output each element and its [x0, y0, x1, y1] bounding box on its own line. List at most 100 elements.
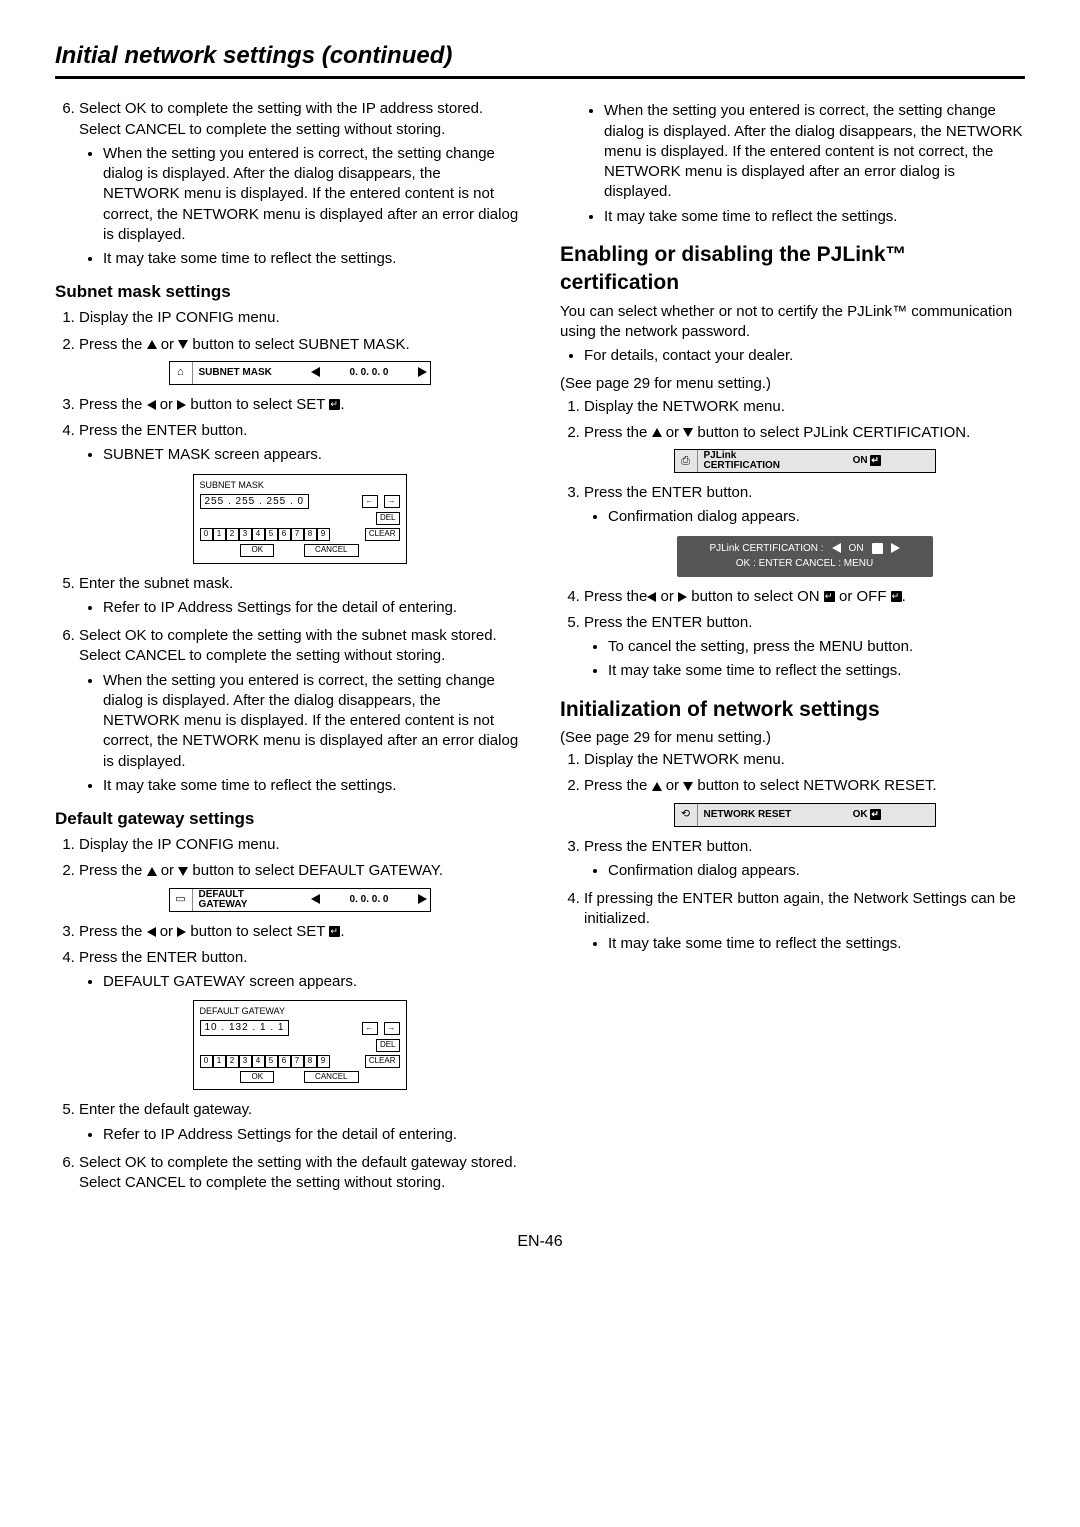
bullet: When the setting you entered is correct,…	[103, 144, 520, 245]
title-rule	[55, 76, 1025, 79]
right-arrow-icon	[891, 543, 900, 553]
del-btn: DEL	[376, 512, 400, 525]
bullet: To cancel the setting, press the MENU bu…	[608, 637, 1025, 657]
menu-icon: ⟲	[675, 804, 698, 826]
subnet-menu-bar: ⌂ SUBNET MASK 0. 0. 0. 0	[169, 361, 431, 385]
menu-value: ON	[814, 454, 921, 468]
subnet-editor: SUBNET MASK 255 . 255 . 255 . 0 ← → DEL …	[193, 474, 407, 564]
page-number: EN-46	[55, 1231, 1025, 1253]
cancel-btn: CANCEL	[304, 1071, 358, 1084]
text: If pressing the ENTER button again, the …	[584, 890, 1016, 927]
enter-icon	[824, 591, 835, 602]
text: Press the	[79, 862, 147, 879]
menu-value: OK	[814, 808, 921, 822]
del-btn: DEL	[376, 1039, 400, 1052]
text: or	[156, 396, 178, 413]
pjlink-step2: Press the or button to select PJLink CER…	[584, 423, 1025, 473]
text: Press the ENTER button.	[79, 949, 247, 966]
arrow-right-btn: →	[384, 1022, 400, 1035]
text: Enter the subnet mask.	[79, 575, 233, 592]
text: Press the ENTER button.	[79, 422, 247, 439]
menu-icon: ▭	[170, 889, 193, 911]
up-icon	[652, 428, 662, 437]
down-icon	[178, 340, 188, 349]
down-icon	[178, 867, 188, 876]
menu-value: 0. 0. 0. 0	[323, 366, 416, 380]
right-column: When the setting you entered is correct,…	[560, 97, 1025, 1201]
menu-icon: ⎙	[675, 450, 698, 472]
pjlink-step1: Display the NETWORK menu.	[584, 397, 1025, 417]
menu-label: DEFAULT GATEWAY	[193, 889, 309, 911]
init-step2: Press the or button to select NETWORK RE…	[584, 776, 1025, 826]
pjlink-step5: Press the ENTER button. To cancel the se…	[584, 613, 1025, 682]
confirm-dialog: PJLink CERTIFICATION : ON OK : ENTER CAN…	[677, 536, 933, 577]
text: button to select SET	[186, 396, 329, 413]
enter-icon	[891, 591, 902, 602]
text: Press the	[79, 336, 147, 353]
right-arrow-icon	[416, 893, 430, 907]
gateway-menu-bar: ▭ DEFAULT GATEWAY 0. 0. 0. 0	[169, 888, 431, 912]
text: Enter the default gateway.	[79, 1101, 252, 1118]
digit: 3	[239, 1055, 252, 1068]
pjlink-menu-bar: ⎙ PJLink CERTIFICATION ON	[674, 449, 936, 473]
left-arrow-icon	[309, 893, 323, 907]
text: Press the	[79, 923, 147, 940]
subnet-step5: Enter the subnet mask. Refer to IP Addre…	[79, 574, 520, 619]
gateway-step5: Enter the default gateway. Refer to IP A…	[79, 1100, 520, 1145]
text: Press the ENTER button.	[584, 484, 752, 501]
digit: 6	[278, 1055, 291, 1068]
gateway-editor: DEFAULT GATEWAY 10 . 132 . 1 . 1 ← → DEL…	[193, 1000, 407, 1090]
pjlink-heading: Enabling or disabling the PJLink™ certif…	[560, 241, 1025, 298]
right-icon	[678, 592, 687, 602]
right-icon	[177, 400, 186, 410]
text: Press the	[584, 777, 652, 794]
arrow-right-btn: →	[384, 495, 400, 508]
menu-label: SUBNET MASK	[193, 362, 309, 384]
right-arrow-icon	[416, 366, 430, 380]
text: or	[662, 777, 684, 794]
editor-title: SUBNET MASK	[200, 479, 400, 491]
keypad: 0 1 2 3 4 5 6 7 8 9	[200, 1055, 330, 1068]
clear-btn: CLEAR	[365, 1055, 400, 1068]
digit: 7	[291, 528, 304, 541]
left-arrow-icon	[832, 543, 841, 553]
bullet: Refer to IP Address Settings for the det…	[103, 598, 520, 618]
ok-btn: OK	[240, 544, 274, 557]
digit: 4	[252, 528, 265, 541]
bullet: SUBNET MASK screen appears.	[103, 445, 520, 465]
step-text: Select OK to complete the setting with t…	[79, 100, 483, 137]
left-icon	[147, 927, 156, 937]
pjlink-intro: You can select whether or not to certify…	[560, 302, 1025, 343]
down-icon	[683, 782, 693, 791]
menu-value: 0. 0. 0. 0	[323, 893, 416, 907]
digit: 5	[265, 528, 278, 541]
cancel-btn: CANCEL	[304, 544, 358, 557]
text: Press the ENTER button.	[584, 614, 752, 631]
bullet: It may take some time to reflect the set…	[103, 249, 520, 269]
right-icon	[177, 927, 186, 937]
bullet: Confirmation dialog appears.	[608, 861, 1025, 881]
confirm-label: PJLink CERTIFICATION :	[709, 542, 823, 556]
init-step4: If pressing the ENTER button again, the …	[584, 889, 1025, 954]
enter-icon	[870, 809, 881, 820]
text: button to select SUBNET MASK.	[188, 336, 409, 353]
digit: 4	[252, 1055, 265, 1068]
text: Select OK to complete the setting with t…	[79, 627, 497, 664]
digit: 9	[317, 1055, 330, 1068]
menu-icon: ⌂	[170, 362, 193, 384]
editor-title: DEFAULT GATEWAY	[200, 1005, 400, 1017]
enter-icon	[329, 926, 340, 937]
ok-btn: OK	[240, 1071, 274, 1084]
up-icon	[147, 867, 157, 876]
arrow-left-btn: ←	[362, 495, 378, 508]
text: button to select PJLink CERTIFICATION.	[693, 424, 970, 441]
page-title: Initial network settings (continued)	[55, 40, 1025, 72]
gateway-step4: Press the ENTER button. DEFAULT GATEWAY …	[79, 948, 520, 1091]
text: Press the	[584, 424, 652, 441]
gateway-step1: Display the IP CONFIG menu.	[79, 835, 520, 855]
text: .	[902, 588, 906, 605]
init-heading: Initialization of network settings	[560, 696, 1025, 724]
bullet: Confirmation dialog appears.	[608, 507, 1025, 527]
ip-field: 10 . 132 . 1 . 1	[200, 1020, 290, 1036]
text: Press the ENTER button.	[584, 838, 752, 855]
